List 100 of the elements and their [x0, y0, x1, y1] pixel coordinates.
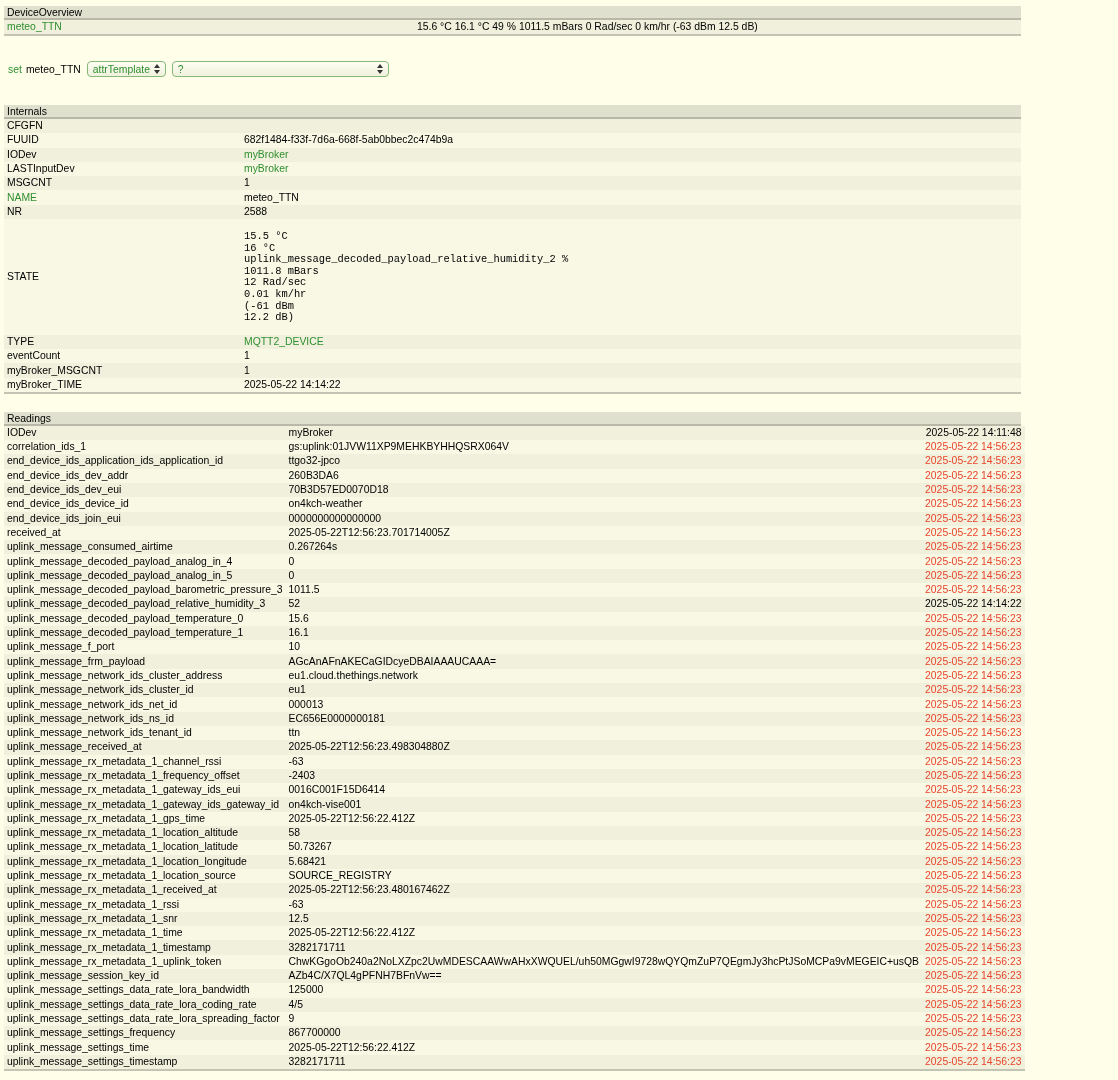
reading-value: 260B3DA6 — [288, 469, 339, 481]
reading-name: uplink_message_rx_metadata_1_gps_time — [7, 812, 206, 824]
internal-value: meteo_TTN — [244, 191, 299, 203]
device-link[interactable]: myBroker — [244, 148, 289, 160]
reading-name: end_device_ids_application_ids_application_id — [7, 455, 224, 467]
internal-name: LASTInputDev — [7, 163, 75, 175]
reading-value: 000013 — [288, 698, 324, 710]
reading-value: SOURCE_REGISTRY — [288, 870, 392, 882]
reading-value: eu1.cloud.thethings.network — [288, 669, 418, 681]
reading-name: uplink_message_rx_metadata_1_channel_rssi — [7, 755, 222, 767]
reading-name: uplink_message_settings_data_rate_lora_coding_rate — [7, 998, 257, 1010]
reading-timestamp: 2025-05-22 14:56:23 — [925, 970, 1022, 982]
reading-value: 125000 — [288, 984, 324, 996]
reading-name: correlation_ids_1 — [7, 441, 87, 453]
reading-value: 0000000000000000 — [288, 512, 381, 524]
reading-timestamp: 2025-05-22 14:56:23 — [925, 827, 1022, 839]
reading-timestamp: 2025-05-22 14:56:23 — [925, 498, 1022, 510]
internal-name: FUUID — [7, 134, 39, 146]
internal-value: 2588 — [244, 205, 268, 217]
device-link[interactable]: myBroker — [244, 163, 289, 175]
reading-name: uplink_message_decoded_payload_temperature_0 — [7, 612, 244, 624]
dropdown-select[interactable]: attrTemplate — [86, 61, 166, 77]
reading-value: ttn — [288, 727, 301, 739]
reading-name: uplink_message_decoded_payload_temperature_1 — [7, 627, 244, 638]
reading-name: received_at — [7, 526, 61, 538]
reading-timestamp: 2025-05-22 14:14:22 — [925, 598, 1022, 610]
reading-timestamp: 2025-05-22 14:56:23 — [925, 770, 1022, 781]
internal-name-link[interactable]: NAME — [7, 191, 38, 203]
reading-value: -2403 — [288, 770, 316, 781]
reading-value: myBroker — [288, 426, 333, 438]
internal-name: IODev — [7, 148, 37, 160]
reading-timestamp: 2025-05-22 14:56:23 — [925, 1041, 1022, 1053]
reading-timestamp: 2025-05-22 14:56:23 — [925, 841, 1022, 853]
reading-value: eu1 — [288, 684, 306, 696]
reading-name: uplink_message_decoded_payload_relative_humidity_3 — [7, 598, 266, 610]
state-text: 15.5 °C 16 °C uplink_message_decoded_payload_relative_humidity_2 % 1011.8 mBars 12 Rad/sec 0.01 km/hr (-61 dBm 12.2 dB) — [244, 229, 570, 326]
reading-timestamp: 2025-05-22 14:56:23 — [925, 812, 1022, 824]
dropdown-select[interactable]: ? — [171, 61, 389, 77]
reading-value: 0016C001F15D6414 — [288, 784, 386, 796]
reading-name: uplink_message_network_ids_ns_id — [7, 712, 174, 724]
reading-name: end_device_ids_join_eui — [7, 512, 121, 524]
reading-name: uplink_message_frm_payload — [7, 655, 146, 667]
reading-name: uplink_message_network_ids_net_id — [7, 698, 178, 710]
reading-timestamp: 2025-05-22 14:56:23 — [925, 627, 1022, 638]
device-link[interactable]: meteo_TTN — [7, 20, 417, 34]
reading-name: uplink_message_rx_metadata_1_gateway_ids_gateway_id — [7, 798, 280, 810]
reading-timestamp: 2025-05-22 14:56:23 — [925, 569, 1022, 581]
reading-value: 70B3D57ED0070D18 — [288, 484, 389, 496]
reading-name: uplink_message_network_ids_tenant_id — [7, 727, 192, 739]
reading-value: -63 — [288, 755, 304, 767]
reading-name: uplink_message_f_port — [7, 641, 115, 653]
reading-name: uplink_message_settings_frequency — [7, 1027, 176, 1039]
internal-name: MSGCNT — [7, 177, 53, 189]
reading-name: uplink_message_settings_data_rate_lora_bandwidth — [7, 984, 250, 996]
internal-value: 2025-05-22 14:14:22 — [244, 378, 341, 390]
reading-timestamp: 2025-05-22 14:56:23 — [925, 441, 1022, 453]
reading-timestamp: 2025-05-22 14:56:23 — [925, 455, 1022, 467]
reading-timestamp: 2025-05-22 14:56:23 — [925, 955, 1022, 967]
reading-timestamp: 2025-05-22 14:56:23 — [925, 784, 1022, 796]
internal-name: eventCount — [7, 350, 61, 362]
reading-name: uplink_message_rx_metadata_1_location_source — [7, 870, 236, 882]
reading-timestamp: 2025-05-22 14:56:23 — [925, 526, 1022, 538]
reading-name: uplink_message_settings_data_rate_lora_spreading_factor — [7, 1013, 280, 1025]
reading-timestamp: 2025-05-22 14:56:23 — [925, 984, 1022, 996]
reading-name: uplink_message_settings_time — [7, 1041, 150, 1053]
reading-timestamp: 2025-05-22 14:56:23 — [925, 1055, 1022, 1067]
section-header: Internals — [4, 105, 1021, 119]
set-command-link[interactable]: set — [8, 63, 22, 75]
reading-value: AGcAnAFnAKECaGIDcyeDBAIAAAUCAAA= — [288, 655, 497, 667]
device-name: meteo_TTN — [25, 63, 81, 75]
reading-value: 0.267264s — [288, 541, 338, 553]
internal-name: NR — [7, 205, 22, 217]
device-link[interactable]: MQTT2_DEVICE — [244, 335, 324, 347]
internal-name: TYPE — [7, 335, 35, 347]
reading-timestamp: 2025-05-22 14:56:23 — [925, 641, 1022, 653]
reading-value: 50.73267 — [288, 841, 332, 853]
reading-timestamp: 2025-05-22 14:56:23 — [925, 469, 1022, 481]
reading-name: uplink_message_decoded_payload_analog_in_4 — [7, 555, 233, 567]
reading-timestamp: 2025-05-22 14:56:23 — [925, 884, 1022, 896]
internal-value: 1 — [244, 350, 250, 362]
reading-timestamp: 2025-05-22 14:56:23 — [925, 512, 1022, 524]
reading-name: end_device_ids_device_id — [7, 498, 129, 510]
reading-timestamp: 2025-05-22 14:56:23 — [925, 555, 1022, 567]
reading-value: 9 — [288, 1013, 295, 1025]
reading-timestamp: 2025-05-22 14:56:23 — [925, 798, 1022, 810]
reading-value: 867700000 — [288, 1027, 341, 1039]
reading-name: end_device_ids_dev_eui — [7, 484, 122, 496]
reading-name: uplink_message_decoded_payload_analog_in_5 — [7, 569, 233, 581]
reading-value: EC656E0000000181 — [288, 712, 386, 724]
reading-name: uplink_message_rx_metadata_1_location_longitude — [7, 855, 247, 867]
reading-value: 0 — [288, 569, 295, 581]
reading-name: uplink_message_rx_metadata_1_rssi — [7, 898, 180, 910]
reading-name: uplink_message_rx_metadata_1_location_latitude — [7, 841, 239, 853]
reading-value: 10 — [288, 641, 301, 653]
reading-name: uplink_message_rx_metadata_1_location_altitude — [7, 827, 239, 839]
reading-name: uplink_message_rx_metadata_1_received_at — [7, 884, 217, 896]
reading-timestamp: 2025-05-22 14:56:23 — [925, 484, 1022, 496]
reading-timestamp: 2025-05-22 14:56:23 — [925, 727, 1022, 739]
reading-name: uplink_message_rx_metadata_1_timestamp — [7, 941, 211, 953]
reading-value: 2025-05-22T12:56:23.480167462Z — [288, 884, 450, 896]
